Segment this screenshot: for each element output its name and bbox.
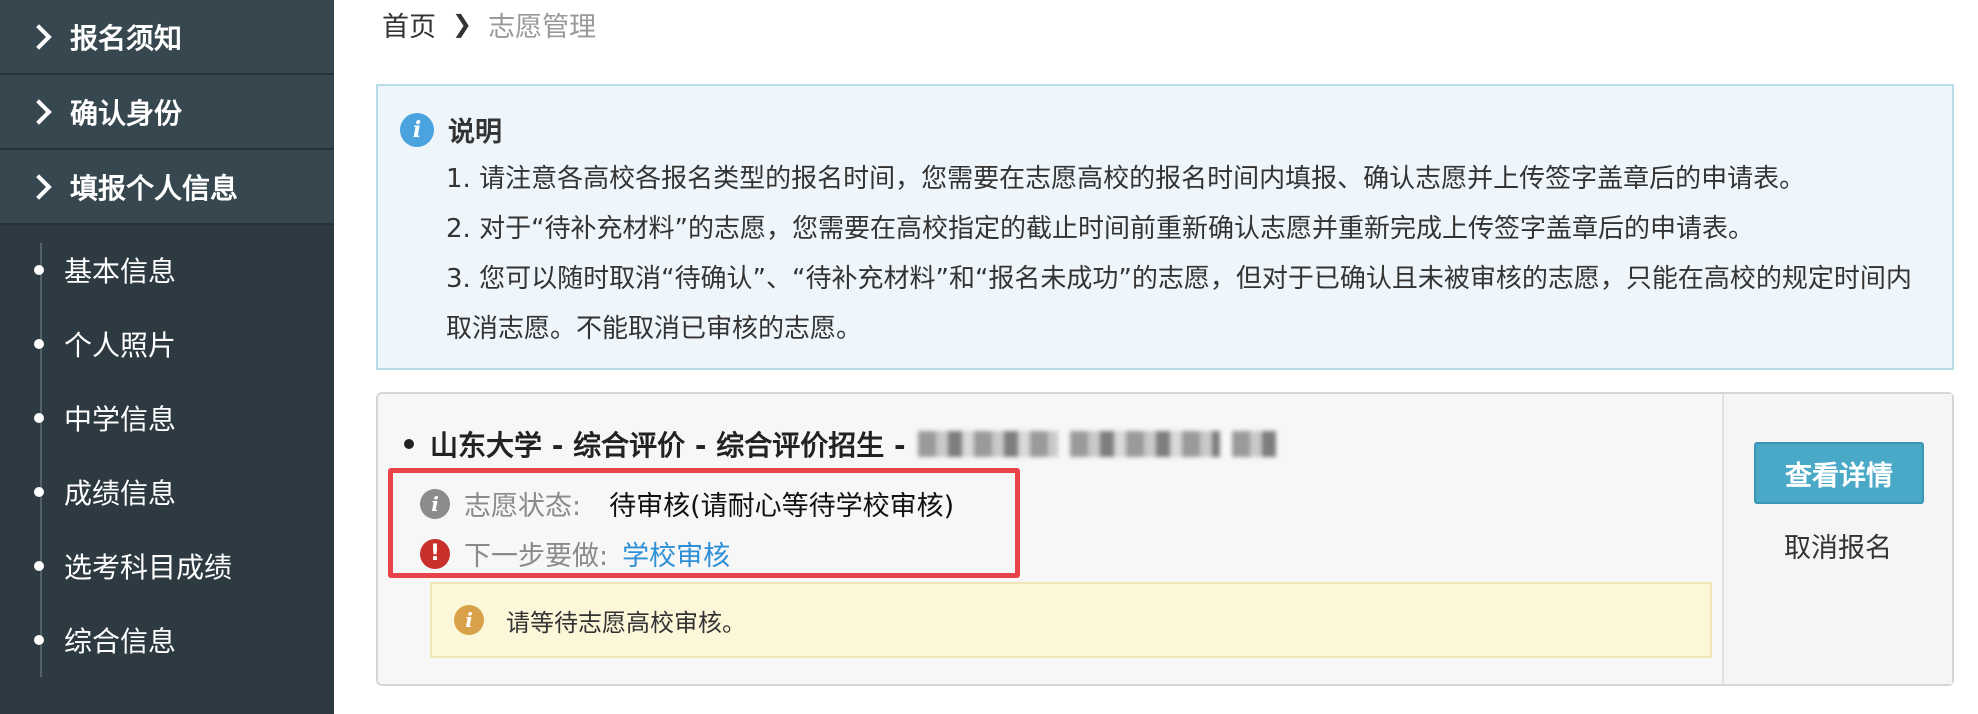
nav-section-personal-info[interactable]: 填报个人信息 — [0, 150, 334, 225]
sidebar-item-label: 成绩信息 — [64, 477, 177, 510]
next-step-row: ! 下一步要做: 学校审核 — [420, 534, 730, 573]
status-value: 待审核(请耐心等待学校审核) — [609, 491, 955, 522]
status-row: i 志愿状态: 待审核(请耐心等待学校审核) — [420, 484, 954, 523]
bullet-icon — [34, 339, 44, 349]
chevron-right-icon — [26, 23, 52, 50]
nav-section-label: 确认身份 — [70, 96, 183, 130]
info-heading: i 说明 — [400, 110, 502, 149]
status-label: 志愿状态: — [464, 491, 582, 522]
info-line: 2. 对于“待补充材料”的志愿，您需要在高校指定的截止时间前重新确认志愿并重新完… — [446, 214, 1755, 244]
bullet-icon — [34, 487, 44, 497]
notice-banner: i 请等待志愿高校审核。 — [430, 582, 1712, 658]
sidebar: 报名须知 确认身份 填报个人信息 基本信息 个人照片 中学信息 成绩信息 选考科… — [0, 0, 334, 714]
nav-section-registration-notice[interactable]: 报名须知 — [0, 0, 334, 75]
sidebar-item-label: 个人照片 — [64, 329, 177, 362]
info-line: 1. 请注意各高校各报名类型的报名时间，您需要在志愿高校的报名时间内填报、确认志… — [446, 164, 1806, 194]
breadcrumb-current: 志愿管理 — [488, 11, 597, 43]
nav-section-confirm-identity[interactable]: 确认身份 — [0, 75, 334, 150]
notice-text: 请等待志愿高校审核。 — [506, 608, 746, 637]
bullet-icon — [34, 561, 44, 571]
sidebar-item-label: 中学信息 — [64, 403, 177, 436]
nav-section-label: 报名须知 — [70, 21, 183, 55]
bullet-icon — [404, 439, 414, 449]
bullet-icon — [34, 265, 44, 275]
bullet-icon — [34, 635, 44, 645]
view-details-button[interactable]: 查看详情 — [1754, 442, 1924, 504]
sidebar-item-comprehensive-info[interactable]: 综合信息 — [0, 603, 334, 677]
application-title-text: 山东大学 - 综合评价 - 综合评价招生 - — [430, 429, 906, 462]
sidebar-item-grades[interactable]: 成绩信息 — [0, 455, 334, 529]
application-title: 山东大学 - 综合评价 - 综合评价招生 - — [404, 424, 1276, 464]
next-step-label: 下一步要做: — [464, 541, 609, 572]
redacted-text — [1069, 431, 1220, 457]
breadcrumb-home-link[interactable]: 首页 — [382, 5, 436, 44]
info-icon: i — [420, 488, 450, 519]
sidebar-item-label: 基本信息 — [64, 255, 177, 288]
application-card-main: 山东大学 - 综合评价 - 综合评价招生 - i 志愿状态: 待审核(请耐心等待… — [378, 394, 1724, 684]
info-line: 3. 您可以随时取消“待确认”、“待补充材料”和“报名未成功”的志愿，但对于已确… — [446, 264, 1912, 344]
subnav-list: 基本信息 个人照片 中学信息 成绩信息 选考科目成绩 综合信息 — [0, 225, 334, 677]
sidebar-item-school-info[interactable]: 中学信息 — [0, 381, 334, 455]
info-title: 说明 — [448, 117, 502, 148]
sidebar-item-elective-grades[interactable]: 选考科目成绩 — [0, 529, 334, 603]
chevron-right-icon: ❯ — [452, 10, 473, 38]
application-actions: 查看详情 取消报名 — [1722, 394, 1952, 684]
redacted-text — [917, 431, 1058, 457]
nav-section-label: 填报个人信息 — [70, 171, 239, 205]
breadcrumb: 首页 ❯ 志愿管理 — [382, 4, 596, 44]
warning-icon: i — [454, 605, 484, 635]
sidebar-item-photo[interactable]: 个人照片 — [0, 307, 334, 381]
sidebar-item-label: 选考科目成绩 — [64, 551, 233, 584]
chevron-right-icon — [26, 98, 52, 125]
info-icon: i — [400, 112, 434, 147]
application-card: 山东大学 - 综合评价 - 综合评价招生 - i 志愿状态: 待审核(请耐心等待… — [376, 392, 1954, 686]
chevron-right-icon — [26, 173, 52, 200]
info-panel: i 说明 1. 请注意各高校各报名类型的报名时间，您需要在志愿高校的报名时间内填… — [376, 84, 1954, 370]
next-step-link[interactable]: 学校审核 — [622, 534, 730, 573]
cancel-registration-link[interactable]: 取消报名 — [1724, 526, 1952, 565]
bullet-icon — [34, 413, 44, 423]
exclamation-icon: ! — [420, 538, 450, 569]
info-lines: 1. 请注意各高校各报名类型的报名时间，您需要在志愿高校的报名时间内填报、确认志… — [446, 154, 1916, 354]
sidebar-item-label: 综合信息 — [64, 625, 177, 658]
sidebar-item-basic-info[interactable]: 基本信息 — [0, 233, 334, 307]
redacted-text — [1231, 431, 1276, 457]
